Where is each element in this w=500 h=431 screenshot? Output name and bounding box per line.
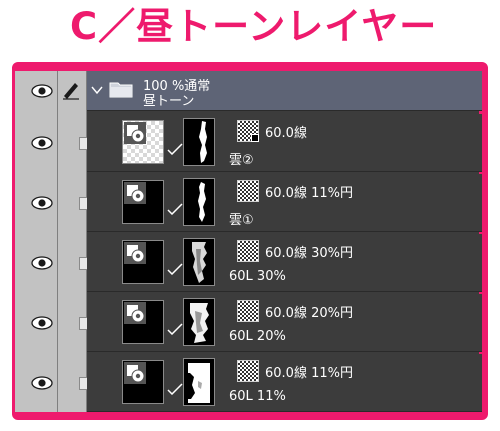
layer-mask-thumbnail bbox=[183, 118, 215, 166]
tone-icon bbox=[237, 240, 259, 262]
layer-row-body[interactable]: 60.0線 30%円 60L 30% bbox=[87, 234, 482, 292]
tone-layer-icon bbox=[124, 302, 146, 324]
tone-layer-icon bbox=[124, 182, 146, 204]
folder-icon bbox=[109, 82, 133, 98]
layer-thumbnail bbox=[122, 120, 164, 164]
eye-icon[interactable] bbox=[31, 84, 53, 98]
eye-icon[interactable] bbox=[31, 196, 53, 210]
layer-row-body[interactable]: 60.0線 雲② bbox=[87, 114, 482, 172]
tone-settings: 60.0線 bbox=[265, 126, 307, 141]
tone-settings: 60.0線 11%円 bbox=[265, 366, 353, 381]
layer-mask-thumbnail bbox=[183, 358, 215, 406]
layer-folder-row[interactable]: 100 %通常 昼トーン bbox=[15, 71, 482, 111]
tone-layer-icon bbox=[124, 242, 146, 264]
folder-row-body[interactable]: 100 %通常 昼トーン bbox=[87, 71, 482, 111]
layer-row-body[interactable]: 60.0線 11%円 60L 11% bbox=[87, 354, 482, 412]
layer-mask-thumbnail bbox=[183, 178, 215, 226]
layer-mask-thumbnail bbox=[183, 298, 215, 346]
layer-name: 60L 11% bbox=[229, 389, 286, 404]
layer-row[interactable]: 60.0線 雲② bbox=[15, 114, 482, 172]
layer-row[interactable]: 60.0線 11%円 雲① bbox=[15, 174, 482, 232]
layer-thumbnail bbox=[122, 180, 164, 224]
tone-icon bbox=[237, 360, 259, 382]
layer-row-body[interactable]: 60.0線 20%円 60L 20% bbox=[87, 294, 482, 352]
layer-name: 60L 30% bbox=[229, 269, 286, 284]
screenshot-canvas: C／昼トーンレイヤー 100 %通常 昼トーン 60.0線 雲② 60.0線 1… bbox=[0, 0, 500, 431]
mask-link-icon bbox=[167, 323, 183, 335]
tone-layer-icon bbox=[124, 122, 146, 144]
pen-icon[interactable] bbox=[61, 80, 81, 100]
layer-row[interactable]: 60.0線 30%円 60L 30% bbox=[15, 234, 482, 292]
layer-name: 60L 20% bbox=[229, 329, 286, 344]
tone-icon bbox=[237, 120, 259, 142]
mask-link-icon bbox=[167, 383, 183, 395]
folder-name: 昼トーン bbox=[143, 94, 195, 109]
layer-row-body[interactable]: 60.0線 11%円 雲① bbox=[87, 174, 482, 232]
layer-thumbnail bbox=[122, 240, 164, 284]
chevron-down-icon[interactable] bbox=[91, 85, 103, 95]
eye-icon[interactable] bbox=[31, 256, 53, 270]
mask-link-icon bbox=[167, 263, 183, 275]
eye-icon[interactable] bbox=[31, 136, 53, 150]
mask-link-icon bbox=[167, 143, 183, 155]
tone-icon bbox=[237, 180, 259, 202]
eye-icon[interactable] bbox=[31, 376, 53, 390]
tone-settings: 60.0線 20%円 bbox=[265, 306, 353, 321]
layer-thumbnail bbox=[122, 360, 164, 404]
layer-name: 雲② bbox=[229, 153, 254, 168]
layer-thumbnail bbox=[122, 300, 164, 344]
layer-row[interactable]: 60.0線 20%円 60L 20% bbox=[15, 294, 482, 352]
tone-layer-icon bbox=[124, 362, 146, 384]
tone-icon bbox=[237, 300, 259, 322]
eye-icon[interactable] bbox=[31, 316, 53, 330]
mask-link-icon bbox=[167, 203, 183, 215]
layer-row[interactable]: 60.0線 11%円 60L 11% bbox=[15, 354, 482, 412]
layer-name: 雲① bbox=[229, 213, 254, 228]
banner-title: C／昼トーンレイヤー bbox=[70, 5, 438, 48]
layer-mask-thumbnail bbox=[183, 238, 215, 286]
tone-settings: 60.0線 30%円 bbox=[265, 246, 353, 261]
tone-settings: 60.0線 11%円 bbox=[265, 186, 353, 201]
